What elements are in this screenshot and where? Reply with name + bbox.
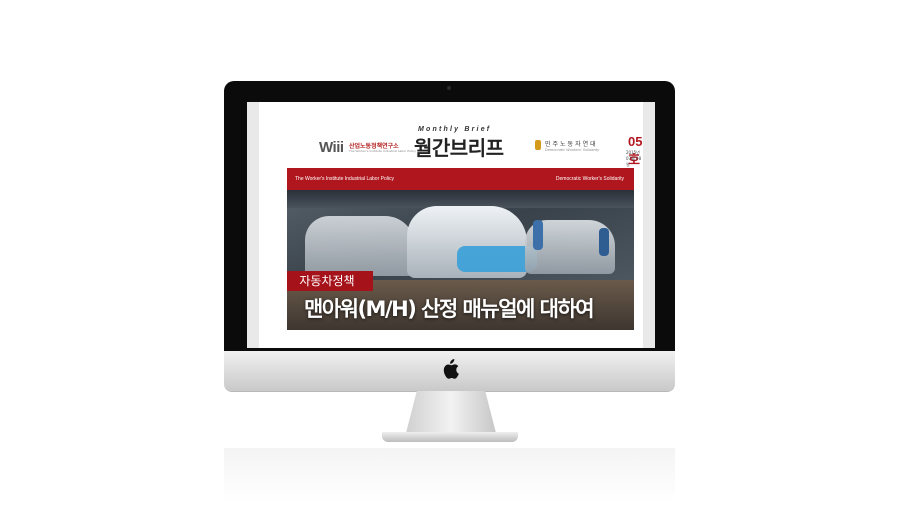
worker-silhouette <box>533 220 543 250</box>
brief-header: Wiii 산업노동정책연구소 The Worker's Institute In… <box>259 102 643 167</box>
category-label[interactable]: 자동차정책 <box>287 271 373 291</box>
issue-date: 2015년 07월 08일 <box>626 150 642 167</box>
hero-banner[interactable]: The Worker's Institute Industrial Labor … <box>287 168 634 330</box>
partner-name: 민주노동자연대 <box>545 141 598 148</box>
monitor-stand <box>406 391 496 433</box>
monitor-base <box>382 432 518 442</box>
hero-header-band: The Worker's Institute Industrial Labor … <box>287 168 634 190</box>
apple-logo-icon <box>443 359 459 379</box>
worker-silhouette <box>599 228 609 256</box>
wiii-logo: Wiii <box>319 139 344 156</box>
article-headline[interactable]: 맨아워(M/H) 산정 매뉴얼에 대하여 <box>304 293 595 323</box>
monitor-chin <box>224 351 675 391</box>
institute-subtext: The Worker's Institute Industrial Labor … <box>349 149 416 153</box>
band-left-text: The Worker's Institute Industrial Labor … <box>295 176 394 182</box>
monitor-reflection <box>224 448 675 502</box>
monitor-screen: Wiii 산업노동정책연구소 The Worker's Institute In… <box>247 102 655 348</box>
brief-page: Wiii 산업노동정책연구소 The Worker's Institute In… <box>259 102 643 348</box>
camera-icon <box>447 86 451 90</box>
partner-subtext: Democratic Workers' Solidarity <box>545 148 600 152</box>
brief-title: 월간브리프 <box>414 136 504 160</box>
car-body-left <box>305 216 415 276</box>
dws-logo-icon <box>535 140 541 150</box>
band-right-text: Democratic Worker's Solidarity <box>555 176 624 182</box>
